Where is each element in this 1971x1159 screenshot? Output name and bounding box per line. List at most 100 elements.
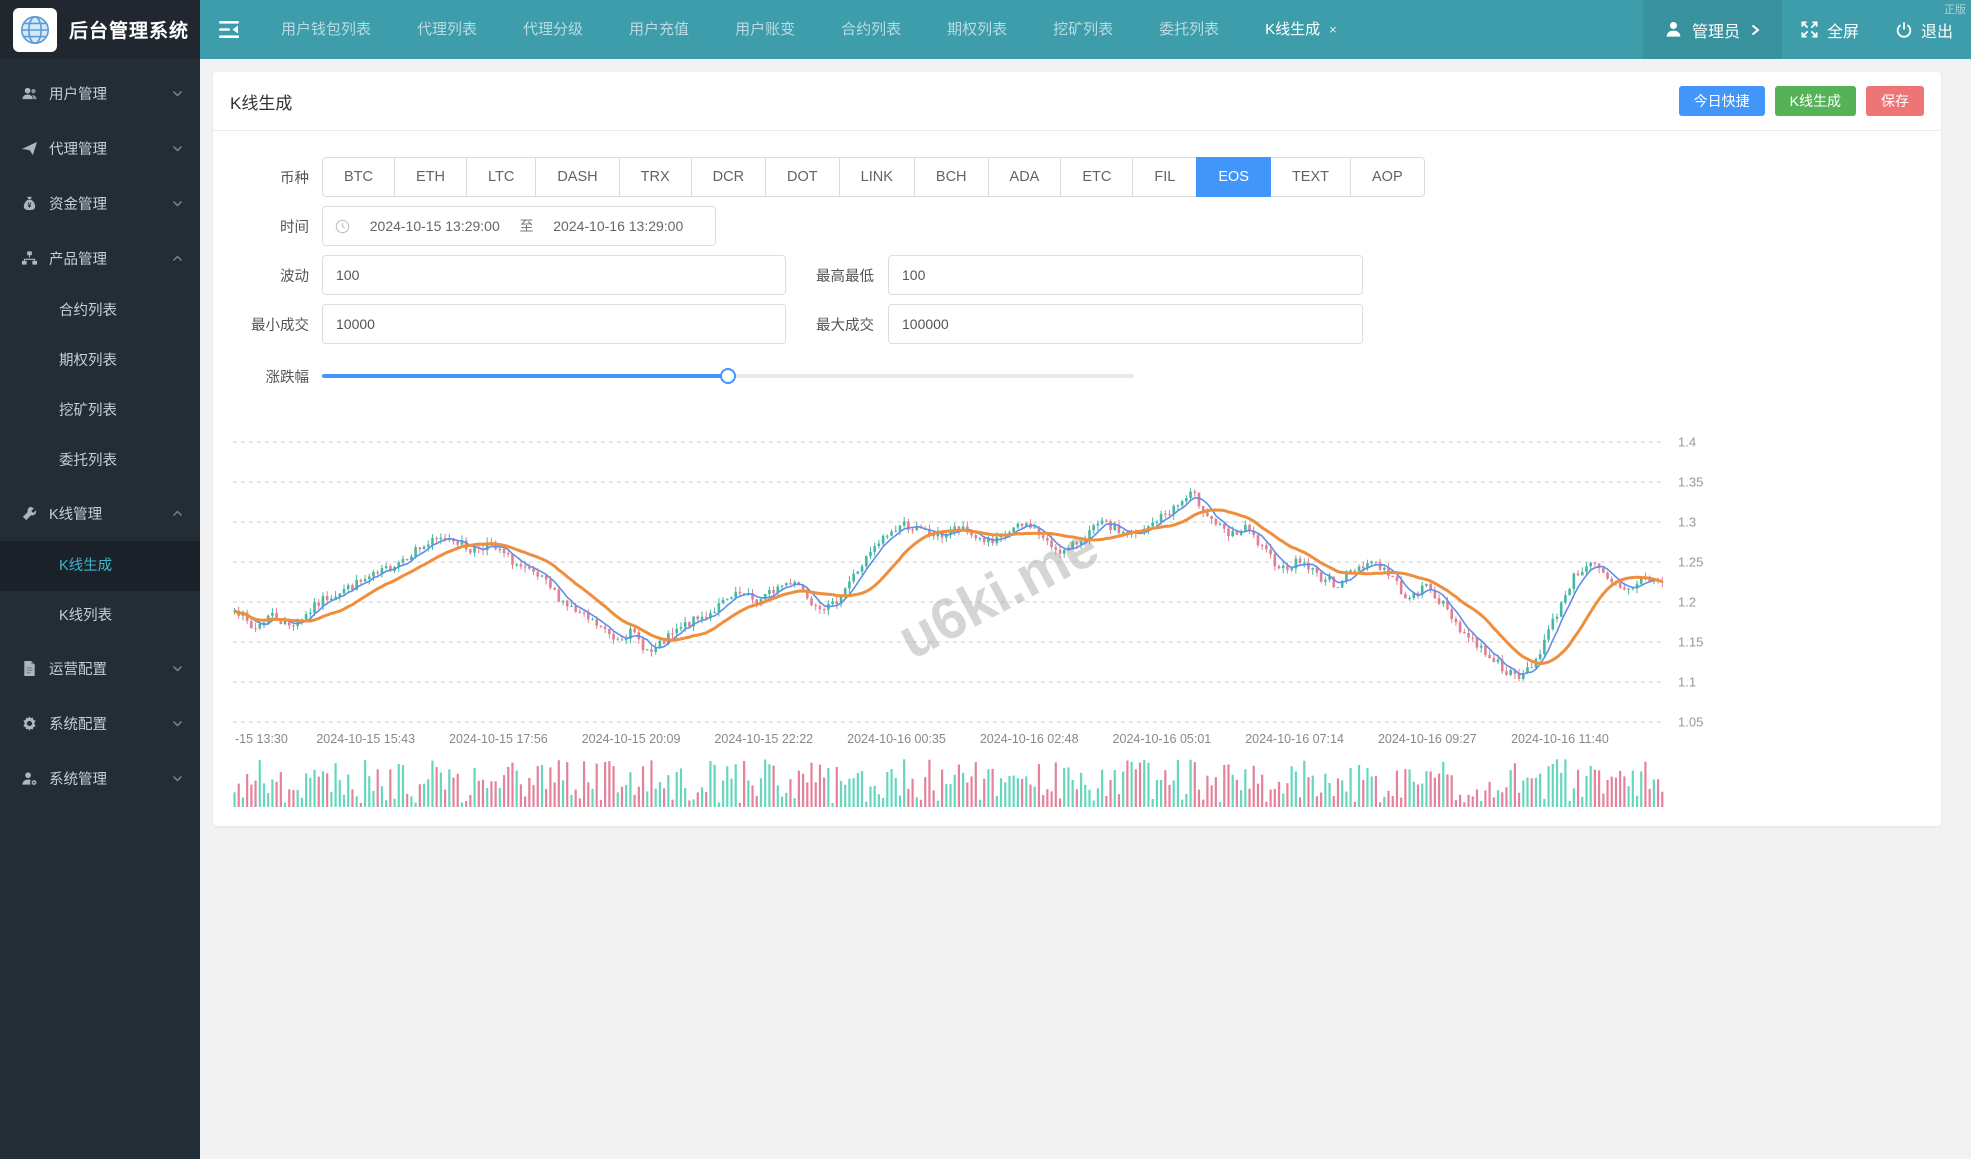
logo-area: 后台管理系统: [0, 0, 200, 59]
chevron-down-icon: [172, 200, 183, 207]
svg-text:2024-10-16 02:48: 2024-10-16 02:48: [980, 732, 1079, 746]
app-root: 后台管理系统 用户钱包列表代理列表代理分级用户充值用户账变合约列表期权列表挖矿列…: [0, 0, 1971, 1159]
currency-button-TEXT[interactable]: TEXT: [1270, 157, 1351, 197]
time-range-input[interactable]: 2024-10-15 13:29:00 至 2024-10-16 13:29:0…: [322, 206, 716, 246]
sidebar-item-label: 产品管理: [49, 248, 107, 269]
app-title: 后台管理系统: [69, 16, 189, 43]
currency-button-EOS[interactable]: EOS: [1196, 157, 1271, 197]
currency-button-AOP[interactable]: AOP: [1350, 157, 1425, 197]
sidebar-subitem-K线列表[interactable]: K线列表: [0, 591, 200, 641]
sidebar-subitem-委托列表[interactable]: 委托列表: [0, 436, 200, 486]
sidebar-item-label: 代理管理: [49, 138, 107, 159]
nav-tab[interactable]: 用户钱包列表: [258, 0, 394, 59]
time-end-value: 2024-10-16 13:29:00: [534, 218, 704, 234]
max-volume-input[interactable]: [888, 304, 1363, 344]
volatility-row: 波动 最高最低: [231, 255, 1941, 295]
hamburger-icon: [218, 20, 240, 39]
nav-tab[interactable]: 代理分级: [500, 0, 606, 59]
sidebar-subitem-期权列表[interactable]: 期权列表: [0, 336, 200, 386]
sidebar-item-资金管理[interactable]: ¥资金管理: [0, 176, 200, 231]
nav-tab[interactable]: 挖矿列表: [1030, 0, 1136, 59]
min-volume-input[interactable]: [322, 304, 786, 344]
nav-tab[interactable]: 合约列表: [818, 0, 924, 59]
header-main: 用户钱包列表代理列表代理分级用户充值用户账变合约列表期权列表挖矿列表委托列表K线…: [200, 0, 1971, 59]
time-separator: 至: [520, 216, 534, 236]
tab-close-icon[interactable]: ×: [1329, 22, 1337, 37]
currency-button-BCH[interactable]: BCH: [914, 157, 989, 197]
currency-button-ETC[interactable]: ETC: [1060, 157, 1133, 197]
svg-text:1.3: 1.3: [1678, 515, 1696, 530]
sidebar-item-用户管理[interactable]: 用户管理: [0, 66, 200, 121]
currency-button-BTC[interactable]: BTC: [322, 157, 395, 197]
currency-button-DOT[interactable]: DOT: [765, 157, 840, 197]
svg-text:-15 13:30: -15 13:30: [235, 732, 288, 746]
amplitude-row: 涨跌幅: [231, 356, 1941, 396]
nav-tab[interactable]: 用户充值: [606, 0, 712, 59]
gear-icon: [21, 715, 38, 732]
svg-text:1.2: 1.2: [1678, 595, 1696, 610]
admin-user-menu[interactable]: 管理员: [1643, 0, 1782, 59]
svg-text:1.15: 1.15: [1678, 635, 1703, 650]
save-button[interactable]: 保存: [1866, 86, 1924, 116]
chevron-up-icon: [172, 255, 183, 262]
currency-button-DASH[interactable]: DASH: [535, 157, 619, 197]
today-shortcut-button[interactable]: 今日快捷: [1679, 86, 1765, 116]
volatility-input[interactable]: [322, 255, 786, 295]
sidebar: 用户管理代理管理 ¥资金管理产品管理合约列表期权列表挖矿列表委托列表 K线管理 K线生…: [0, 59, 200, 1159]
highlow-input[interactable]: [888, 255, 1363, 295]
nav-tab-active[interactable]: K线生成×: [1242, 0, 1360, 59]
sidebar-item-代理管理[interactable]: 代理管理: [0, 121, 200, 176]
sidebar-subitem-K线生成[interactable]: K线生成: [0, 541, 200, 591]
currency-row: 币种 BTCETHLTCDASHTRXDCRDOTLINKBCHADAETCFI…: [231, 157, 1941, 197]
currency-button-TRX[interactable]: TRX: [619, 157, 692, 197]
main-content: K线生成 今日快捷 K线生成 保存 币种 BTCETHLTCDASHTRXDCR…: [200, 59, 1971, 1159]
send-icon: [21, 140, 38, 157]
sidebar-item-运营配置[interactable]: 运营配置: [0, 641, 200, 696]
app-logo: [13, 8, 57, 52]
time-row: 时间 2024-10-15 13:29:00 至 2024-10-16 13:2…: [231, 206, 1941, 246]
currency-button-LINK[interactable]: LINK: [839, 157, 915, 197]
sidebar-item-label: 用户管理: [49, 83, 107, 104]
amplitude-slider[interactable]: [322, 374, 1134, 378]
slider-handle[interactable]: [720, 368, 736, 384]
nav-tab[interactable]: 期权列表: [924, 0, 1030, 59]
volume-row: 最小成交 最大成交: [231, 304, 1941, 344]
svg-text:2024-10-16 05:01: 2024-10-16 05:01: [1113, 732, 1212, 746]
sidebar-item-label: 系统配置: [49, 713, 107, 734]
sidebar-item-K线管理[interactable]: K线管理: [0, 486, 200, 541]
nav-tab[interactable]: 用户账变: [712, 0, 818, 59]
chevron-down-icon: [172, 775, 183, 782]
users-icon: [21, 85, 38, 102]
sidebar-item-系统管理[interactable]: 系统管理: [0, 751, 200, 806]
chevron-down-icon: [172, 720, 183, 727]
currency-button-FIL[interactable]: FIL: [1132, 157, 1197, 197]
collapse-menu-icon[interactable]: [200, 0, 258, 59]
currency-button-LTC[interactable]: LTC: [466, 157, 536, 197]
sidebar-subitem-合约列表[interactable]: 合约列表: [0, 286, 200, 336]
chevron-down-icon: [172, 90, 183, 97]
fullscreen-button[interactable]: 全屏: [1782, 0, 1877, 59]
svg-text:2024-10-15 20:09: 2024-10-15 20:09: [582, 732, 681, 746]
sidebar-subitem-挖矿列表[interactable]: 挖矿列表: [0, 386, 200, 436]
logout-label: 退出: [1921, 18, 1953, 42]
page-title: K线生成: [230, 89, 292, 114]
currency-button-ADA[interactable]: ADA: [988, 157, 1062, 197]
sidebar-item-产品管理[interactable]: 产品管理: [0, 231, 200, 286]
wrench-icon: [21, 505, 38, 522]
kline-panel: K线生成 今日快捷 K线生成 保存 币种 BTCETHLTCDASHTRXDCR…: [213, 72, 1941, 826]
sidebar-item-系统配置[interactable]: 系统配置: [0, 696, 200, 751]
svg-text:2024-10-16 07:14: 2024-10-16 07:14: [1245, 732, 1344, 746]
svg-text:2024-10-15 22:22: 2024-10-15 22:22: [714, 732, 813, 746]
time-label: 时间: [231, 216, 309, 237]
min-volume-label: 最小成交: [231, 314, 309, 335]
kline-generate-button[interactable]: K线生成: [1775, 86, 1856, 116]
admin-user-label: 管理员: [1692, 18, 1740, 42]
sidebar-item-label: K线管理: [49, 503, 102, 524]
currency-button-ETH[interactable]: ETH: [394, 157, 467, 197]
currency-button-DCR[interactable]: DCR: [691, 157, 766, 197]
svg-text:1.1: 1.1: [1678, 675, 1696, 690]
nav-tab[interactable]: 委托列表: [1136, 0, 1242, 59]
nav-tab[interactable]: 代理列表: [394, 0, 500, 59]
svg-text:2024-10-16 11:40: 2024-10-16 11:40: [1511, 732, 1609, 746]
svg-text:2024-10-16 00:35: 2024-10-16 00:35: [847, 732, 946, 746]
